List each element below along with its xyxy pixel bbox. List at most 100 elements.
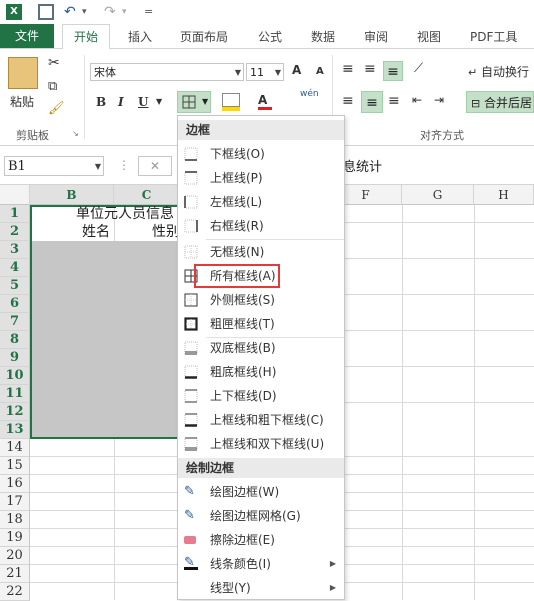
menu-item-top-border[interactable]: 上框线(P) bbox=[178, 166, 344, 190]
bold-button[interactable]: B bbox=[96, 95, 106, 109]
row-header[interactable]: 21 bbox=[0, 565, 30, 583]
format-painter-icon[interactable]: 🖌 bbox=[48, 101, 65, 116]
tab-data[interactable]: 数据 bbox=[311, 28, 335, 45]
menu-item-line-style[interactable]: 线型(Y) ▶ bbox=[178, 576, 344, 600]
menu-item-no-border[interactable]: 无框线(N) bbox=[178, 240, 344, 264]
cell-gender-header[interactable]: 性别 bbox=[152, 223, 180, 241]
redo-icon[interactable]: ↷ bbox=[104, 4, 120, 20]
formula-input[interactable]: 息统计 bbox=[343, 156, 382, 175]
column-header-g[interactable]: G bbox=[402, 185, 474, 205]
borders-button[interactable]: ▼ bbox=[177, 91, 211, 113]
menu-item-right-border[interactable]: 右框线(R) bbox=[178, 214, 344, 238]
column-header-c[interactable]: C bbox=[114, 185, 180, 205]
customize-qat-icon[interactable]: = bbox=[144, 4, 160, 20]
menu-item-all-borders[interactable]: 所有框线(A) bbox=[178, 264, 344, 288]
menu-item-top-thick-bottom-border[interactable]: 上框线和粗下框线(C) bbox=[178, 408, 344, 432]
align-right-icon[interactable]: ≡ bbox=[388, 93, 400, 109]
tab-insert[interactable]: 插入 bbox=[128, 28, 152, 45]
row-header[interactable]: 3 bbox=[0, 241, 30, 259]
row-header[interactable]: 11 bbox=[0, 385, 30, 403]
font-name-combo[interactable]: 宋体 ▼ bbox=[90, 63, 244, 81]
grow-font-button[interactable]: A bbox=[292, 63, 301, 77]
tab-view[interactable]: 视图 bbox=[417, 28, 441, 45]
font-color-button[interactable]: A bbox=[258, 93, 272, 110]
menu-item-double-bottom-border[interactable]: 双底框线(B) bbox=[178, 336, 344, 360]
fill-color-icon[interactable] bbox=[222, 93, 240, 111]
column-header-h[interactable]: H bbox=[474, 185, 534, 205]
redo-dropdown-icon[interactable]: ▾ bbox=[122, 4, 138, 20]
row-header[interactable]: 7 bbox=[0, 313, 30, 331]
row-header[interactable]: 5 bbox=[0, 277, 30, 295]
outside-borders-icon bbox=[184, 293, 198, 307]
row-header[interactable]: 15 bbox=[0, 457, 30, 475]
select-all-corner[interactable] bbox=[0, 185, 30, 205]
increase-indent-icon[interactable]: ⇥ bbox=[434, 93, 444, 107]
paste-icon[interactable] bbox=[8, 57, 38, 89]
cancel-entry-button[interactable]: ✕ bbox=[138, 156, 172, 176]
menu-item-bottom-border[interactable]: 下框线(O) bbox=[178, 142, 344, 166]
orientation-icon[interactable]: ⟋ bbox=[414, 61, 423, 76]
shrink-font-button[interactable]: A bbox=[316, 66, 324, 77]
grid-line bbox=[330, 402, 534, 403]
merge-center-button[interactable]: ⊟ 合并后居 bbox=[466, 91, 534, 113]
row-header[interactable]: 9 bbox=[0, 349, 30, 367]
tab-page-layout[interactable]: 页面布局 bbox=[180, 28, 228, 45]
tab-home[interactable]: 开始 bbox=[62, 24, 110, 51]
menu-item-top-bottom-border[interactable]: 上下框线(D) bbox=[178, 384, 344, 408]
font-size-combo[interactable]: 11 ▼ bbox=[246, 63, 284, 81]
menu-item-draw-border[interactable]: ✎ 绘图边框(W) bbox=[178, 480, 344, 504]
decrease-indent-icon[interactable]: ⇤ bbox=[412, 93, 422, 107]
copy-icon[interactable]: ⧉ bbox=[48, 79, 57, 94]
cell-title[interactable]: 单位元人员信息 bbox=[76, 205, 174, 223]
menu-item-label: 绘图边框(W) bbox=[210, 485, 280, 499]
menu-item-erase-border[interactable]: 擦除边框(E) bbox=[178, 528, 344, 552]
row-header[interactable]: 1 bbox=[0, 205, 30, 223]
phonetic-guide-button[interactable]: wén bbox=[300, 89, 319, 99]
menu-item-line-color[interactable]: ✎ 线条颜色(I) ▶ bbox=[178, 552, 344, 576]
tab-pdf-tools[interactable]: PDF工具 bbox=[470, 28, 517, 45]
grid-line bbox=[330, 330, 534, 331]
cell-name-header[interactable]: 姓名 bbox=[82, 223, 110, 241]
menu-item-draw-border-grid[interactable]: ✎ 绘图边框网格(G) bbox=[178, 504, 344, 528]
paste-button[interactable]: 粘贴 bbox=[10, 93, 34, 110]
top-double-bottom-border-icon bbox=[184, 437, 198, 451]
clipboard-launcher-icon[interactable]: ↘ bbox=[72, 129, 79, 138]
row-header[interactable]: 14 bbox=[0, 439, 30, 457]
wrap-text-button[interactable]: ↵ 自动换行 bbox=[468, 63, 529, 80]
tab-formulas[interactable]: 公式 bbox=[258, 28, 282, 45]
underline-button[interactable]: U bbox=[138, 95, 148, 109]
name-box[interactable]: B1 ▼ bbox=[4, 156, 104, 176]
row-header[interactable]: 2 bbox=[0, 223, 30, 241]
menu-item-left-border[interactable]: 左框线(L) bbox=[178, 190, 344, 214]
italic-button[interactable]: I bbox=[118, 95, 124, 109]
row-header[interactable]: 20 bbox=[0, 547, 30, 565]
align-top-icon[interactable]: ≡ bbox=[342, 61, 354, 77]
column-header-b[interactable]: B bbox=[30, 185, 114, 205]
undo-dropdown-icon[interactable]: ▾ bbox=[82, 4, 98, 20]
row-header[interactable]: 22 bbox=[0, 583, 30, 601]
tab-review[interactable]: 审阅 bbox=[364, 28, 388, 45]
menu-item-outside-borders[interactable]: 外侧框线(S) bbox=[178, 288, 344, 312]
row-header[interactable]: 19 bbox=[0, 529, 30, 547]
row-header[interactable]: 4 bbox=[0, 259, 30, 277]
menu-item-thick-bottom-border[interactable]: 粗底框线(H) bbox=[178, 360, 344, 384]
menu-item-top-double-bottom-border[interactable]: 上框线和双下框线(U) bbox=[178, 432, 344, 456]
align-center-icon[interactable]: ≡ bbox=[361, 91, 383, 113]
align-middle-icon[interactable]: ≡ bbox=[364, 61, 376, 77]
row-header[interactable]: 17 bbox=[0, 493, 30, 511]
cut-icon[interactable]: ✂ bbox=[48, 55, 60, 71]
menu-item-thick-box-border[interactable]: 粗匣框线(T) bbox=[178, 312, 344, 336]
row-header[interactable]: 6 bbox=[0, 295, 30, 313]
tab-file[interactable]: 文件 bbox=[0, 24, 54, 48]
undo-icon[interactable]: ↶ bbox=[64, 4, 80, 20]
row-header[interactable]: 10 bbox=[0, 367, 30, 385]
row-header[interactable]: 13 bbox=[0, 421, 30, 439]
align-bottom-icon[interactable]: ≡ bbox=[383, 61, 403, 81]
row-header[interactable]: 8 bbox=[0, 331, 30, 349]
row-header[interactable]: 12 bbox=[0, 403, 30, 421]
chevron-down-icon[interactable]: ▼ bbox=[156, 97, 162, 106]
row-header[interactable]: 18 bbox=[0, 511, 30, 529]
row-header[interactable]: 16 bbox=[0, 475, 30, 493]
align-left-icon[interactable]: ≡ bbox=[342, 93, 354, 109]
save-icon[interactable] bbox=[38, 4, 54, 20]
